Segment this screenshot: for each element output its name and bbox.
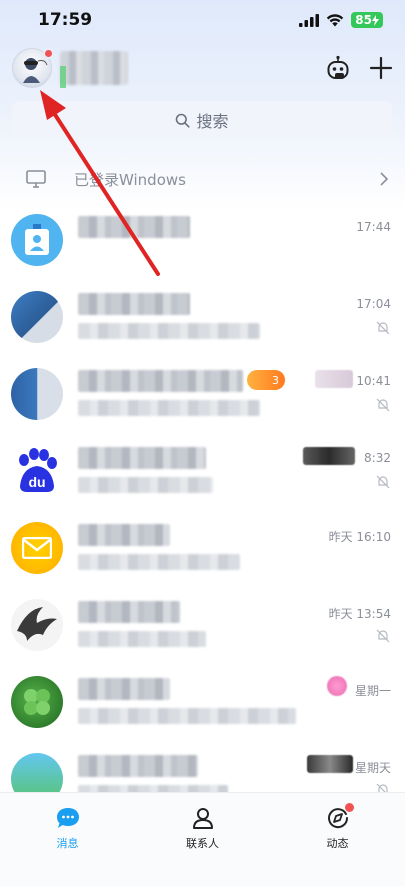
search-icon xyxy=(176,113,191,128)
chat-item[interactable]: 17:44 xyxy=(0,200,405,277)
chat-preview-blurred xyxy=(78,554,240,570)
wifi-icon xyxy=(327,13,344,26)
chat-time: 17:44 xyxy=(356,220,391,234)
tab-feed[interactable]: 动态 xyxy=(270,793,405,886)
chat-name-blurred xyxy=(78,370,243,392)
monitor-icon xyxy=(26,170,46,188)
tab-label: 消息 xyxy=(56,837,79,850)
chat-preview-blurred xyxy=(78,400,260,416)
feed-notification-dot xyxy=(344,803,354,812)
level-badge-count: 3 xyxy=(272,373,279,387)
chat-time: 昨天 13:54 xyxy=(328,607,391,621)
status-sticker xyxy=(307,755,353,773)
search-bar[interactable]: 搜索 xyxy=(12,101,392,139)
chat-item[interactable]: 星期一 xyxy=(0,662,405,739)
mute-bell-icon xyxy=(376,321,390,335)
tab-contacts[interactable]: 联系人 xyxy=(135,793,270,886)
status-sticker xyxy=(327,676,347,696)
chat-preview-blurred xyxy=(78,631,206,647)
baidu-avatar: du xyxy=(11,445,63,497)
chat-time: 昨天 16:10 xyxy=(328,530,391,544)
chat-list: 17:44 17:04 3 10:41 du 8:32 昨天 16:10 昨天 … xyxy=(0,200,405,816)
chat-avatar-blurred xyxy=(11,291,63,343)
chat-time: 10:41 xyxy=(356,374,391,388)
tab-label: 动态 xyxy=(326,837,349,850)
battery-indicator: 85 xyxy=(351,12,383,28)
header-actions xyxy=(325,55,393,81)
chat-name-blurred xyxy=(78,216,190,238)
chat-avatar-blurred xyxy=(11,368,63,420)
chat-item[interactable]: du 8:32 xyxy=(0,431,405,508)
tab-icon-wrapper xyxy=(191,805,215,831)
chat-name-blurred xyxy=(78,447,206,469)
search-placeholder: 搜索 xyxy=(196,112,229,131)
clover-icon xyxy=(24,689,50,715)
clover-avatar xyxy=(11,676,63,728)
online-status-bar xyxy=(60,66,66,88)
message-bubble-icon xyxy=(56,808,79,828)
status-indicators: 85 xyxy=(299,12,383,28)
mute-bell-icon xyxy=(376,398,390,412)
bird-avatar xyxy=(11,599,63,651)
baidu-paw-icon: du xyxy=(19,448,57,492)
chevron-right-icon xyxy=(380,172,389,186)
battery-level: 85 xyxy=(355,13,372,27)
plus-icon[interactable] xyxy=(369,56,393,80)
chat-name-blurred xyxy=(78,293,190,315)
nickname-blurred xyxy=(60,51,128,85)
level-badge: 3 xyxy=(247,370,285,390)
chat-item[interactable]: 昨天 13:54 xyxy=(0,585,405,662)
status-sticker xyxy=(315,370,353,388)
id-badge-avatar xyxy=(11,214,63,266)
profile-avatar[interactable] xyxy=(12,48,54,88)
id-card-icon xyxy=(25,224,49,255)
chat-time: 星期一 xyxy=(354,684,391,698)
bird-silhouette-icon xyxy=(17,607,57,641)
baidu-avatar-text: du xyxy=(28,474,45,490)
status-time: 17:59 xyxy=(38,10,93,30)
chat-item[interactable]: 昨天 16:10 xyxy=(0,508,405,585)
chat-name-blurred xyxy=(78,524,170,546)
tab-label: 联系人 xyxy=(186,837,219,850)
logged-in-device-bar[interactable]: 已登录Windows xyxy=(0,160,405,198)
top-header xyxy=(0,42,405,94)
mute-bell-icon xyxy=(376,629,390,643)
mail-avatar xyxy=(11,522,63,574)
chat-time: 8:32 xyxy=(364,451,391,465)
cellular-signal-icon xyxy=(299,13,320,27)
chat-item[interactable]: 3 10:41 xyxy=(0,354,405,431)
mute-bell-icon xyxy=(376,475,390,489)
profile-notification-dot xyxy=(43,48,54,59)
device-label: 已登录Windows xyxy=(74,170,186,189)
chat-time: 17:04 xyxy=(356,297,391,311)
chat-name-blurred xyxy=(78,678,170,700)
charging-bolt-icon xyxy=(372,14,379,26)
robot-assistant-icon[interactable] xyxy=(325,55,351,81)
tab-messages[interactable]: 消息 xyxy=(0,793,135,886)
chat-preview-blurred xyxy=(78,323,260,339)
status-sticker xyxy=(303,447,355,465)
chat-time: 星期天 xyxy=(354,761,391,775)
chat-preview-blurred xyxy=(78,708,296,724)
bottom-tab-bar: 消息 联系人 动态 xyxy=(0,792,405,886)
chat-item[interactable]: 17:04 xyxy=(0,277,405,354)
tab-icon-wrapper xyxy=(55,805,81,831)
status-bar: 17:59 85 xyxy=(0,0,405,40)
person-icon xyxy=(192,808,213,829)
chat-name-blurred xyxy=(78,601,180,623)
mail-envelope-icon xyxy=(22,537,52,559)
tab-icon-wrapper xyxy=(326,803,354,831)
chat-preview-blurred xyxy=(78,477,213,493)
chat-name-blurred xyxy=(78,755,198,777)
